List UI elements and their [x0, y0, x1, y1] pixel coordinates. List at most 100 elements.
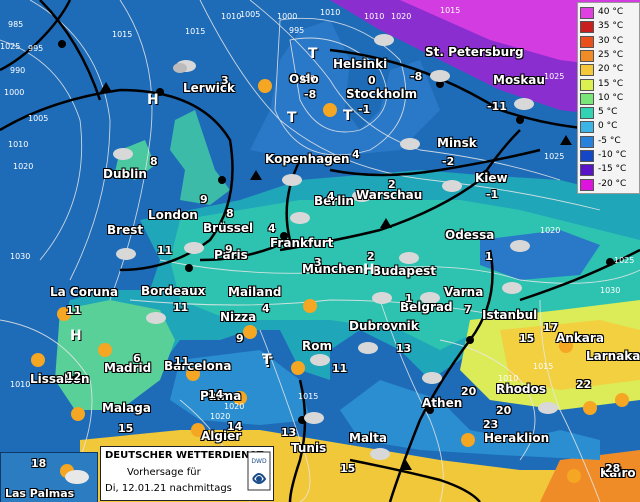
city-name: Helsinki	[333, 57, 388, 71]
legend-swatch	[580, 64, 594, 77]
pressure-center-low: T	[308, 46, 318, 62]
city-temperature: 14	[208, 388, 224, 401]
city-temperature: -11	[487, 100, 507, 113]
sun-icon	[258, 79, 272, 93]
legend-swatch	[580, 92, 594, 105]
pressure-center-low: T	[287, 110, 297, 126]
pressure-center-low: T	[343, 108, 353, 124]
city-temperature: -2	[442, 155, 455, 168]
isobar-label: 1015	[112, 30, 133, 39]
city-temperature: 13	[396, 342, 412, 355]
isobar-label: 1030	[600, 286, 621, 295]
city-temperature: 3	[221, 74, 229, 87]
pressure-center-high: H	[147, 92, 159, 108]
pressure-center-high: H	[70, 328, 82, 344]
weather-map: Lerwick 3 Oslo -8 Helsinki 0 St. Petersburg -8 M…	[0, 0, 640, 502]
city-name: Nizza	[220, 310, 257, 324]
legend-swatch	[580, 150, 594, 162]
isobar-label: 1020	[13, 162, 34, 171]
legend-label: -20 °C	[598, 178, 627, 189]
city-name: Ankara	[556, 331, 604, 345]
isobar-label: 1025	[544, 152, 565, 161]
legend-label: 35 °C	[598, 21, 624, 32]
city-temperature: 11	[66, 304, 82, 317]
city-name: Kiew	[475, 171, 508, 185]
legend-label: 30 °C	[598, 35, 624, 46]
city-temperature: 12	[66, 370, 82, 383]
city-name: Frankfurt	[270, 236, 334, 250]
legend-row: -15 °C	[580, 163, 637, 177]
city-temperature: 6	[133, 352, 141, 365]
city-temperature: 15	[340, 462, 356, 475]
info-org: DEUTSCHER WETTERDIENST	[105, 450, 264, 461]
legend-row: -20 °C	[580, 178, 637, 191]
city-temperature: 8	[150, 155, 158, 168]
city-name: Odessa	[445, 228, 495, 242]
city-name: Malaga	[102, 401, 151, 415]
city-temperature: 4	[262, 302, 270, 315]
city-temperature: 28	[605, 462, 621, 475]
city-name: London	[148, 208, 198, 222]
legend-row: -5 °C	[580, 135, 637, 148]
temperature-legend: 40 °C 35 °C 30 °C 25 °C 20 °C 15 °C 10 °C 5 °C 0…	[577, 2, 640, 194]
legend-row: 40 °C	[580, 6, 637, 19]
legend-row: -10 °C	[580, 149, 637, 162]
legend-swatch	[580, 164, 594, 177]
city-temperature: 0	[368, 74, 376, 87]
city-temperature: -8	[304, 88, 317, 101]
city-temperature: 20	[496, 404, 512, 417]
legend-swatch	[580, 121, 594, 134]
legend-label: -5 °C	[598, 135, 621, 146]
city-temperature: 9	[200, 193, 208, 206]
city-temperature: 9	[236, 332, 244, 345]
legend-label: -15 °C	[598, 164, 627, 175]
city-name: Malta	[349, 431, 387, 445]
inset-city-name: Las Palmas	[5, 487, 75, 500]
city-name: Tunis	[291, 441, 327, 455]
city-temperature: 8	[226, 207, 234, 220]
isobar-label: 995	[289, 26, 305, 35]
city-name: Minsk	[437, 136, 477, 150]
isobar-label: 1015	[533, 362, 554, 371]
isobar-label: 1010	[364, 12, 385, 21]
city-temperature: 4	[327, 190, 335, 203]
city-temperature: 11	[173, 301, 189, 314]
pressure-center-high: H	[363, 262, 375, 278]
city-name: St. Petersburg	[425, 45, 524, 59]
city-temperature: 7	[464, 303, 472, 316]
isobar-label: 990	[10, 66, 26, 75]
legend-swatch	[580, 49, 594, 62]
city-name: Stockholm	[346, 87, 418, 101]
city-temperature: 20	[461, 385, 477, 398]
las-palmas-inset: 18 Las Palmas	[0, 452, 98, 502]
legend-label: 20 °C	[598, 64, 624, 75]
isobar-label: 1025	[614, 256, 635, 265]
info-date: Di, 12.01.21 nachmittags	[105, 483, 232, 494]
city-name: La Coruna	[50, 285, 119, 299]
isobar-label: 1010	[10, 380, 31, 389]
city-temperature: -1	[486, 188, 499, 201]
legend-swatch	[580, 7, 594, 19]
city-temperature: 4	[352, 148, 360, 161]
legend-label: 40 °C	[598, 7, 624, 17]
isobar-label: 1030	[10, 252, 31, 261]
city-name: Heraklion	[484, 431, 550, 445]
isobar-label: 1010	[221, 12, 242, 21]
city-temperature: 23	[483, 418, 499, 431]
city-temperature: 15	[118, 422, 134, 435]
isobar-label: 1000	[277, 12, 298, 21]
legend-swatch	[580, 135, 594, 148]
city-temperature: -1	[358, 103, 371, 116]
legend-row: 35 °C	[580, 20, 637, 34]
city-name: München	[302, 262, 364, 276]
city-temperature: 22	[576, 378, 592, 391]
legend-row: 20 °C	[580, 63, 637, 77]
city-name: Budapest	[372, 264, 436, 278]
legend-row: 10 °C	[580, 92, 637, 105]
city-temperature: 14	[227, 420, 243, 433]
info-forecast-label: Vorhersage für	[127, 467, 201, 478]
legend-row: 30 °C	[580, 35, 637, 48]
city-name: Varna	[444, 285, 484, 299]
isobar-label: 1020	[224, 402, 245, 411]
city-temperature: 9	[225, 243, 233, 256]
